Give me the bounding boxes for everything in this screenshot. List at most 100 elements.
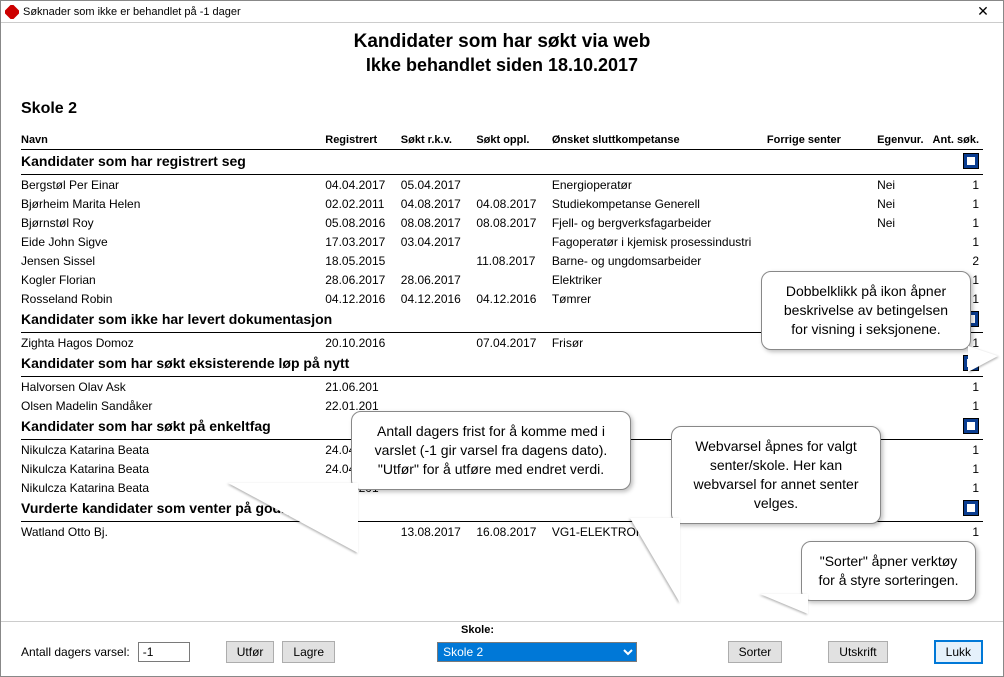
cell-navn: Rosseland Robin — [21, 289, 325, 308]
cell-ant: 1 — [930, 377, 983, 397]
cell-rkv: 05.04.2017 — [401, 175, 477, 195]
callout-tail-icon — [228, 483, 358, 553]
table-row[interactable]: Jensen Sissel18.05.201511.08.2017Barne- … — [21, 251, 983, 270]
cell-oppl: 08.08.2017 — [476, 213, 552, 232]
cell-rkv: 04.12.2016 — [401, 289, 477, 308]
section-header: Kandidater som har registrert seg — [21, 150, 983, 175]
cell-ant: 1 — [930, 522, 983, 542]
callout-tail-icon — [630, 518, 680, 603]
col-navn: Navn — [21, 132, 325, 150]
callout-sorter: "Sorter" åpner verktøy for å styre sorte… — [801, 541, 976, 601]
cell-ant: 1 — [930, 459, 983, 478]
cell-eg — [877, 396, 930, 415]
cell-eg — [877, 522, 930, 542]
table-row[interactable]: Halvorsen Olav Ask21.06.2011 — [21, 377, 983, 397]
cell-eg — [877, 377, 930, 397]
section-info-icon[interactable] — [963, 153, 979, 169]
cell-reg: 21.06.201 — [325, 377, 401, 397]
cell-ant: 1 — [930, 175, 983, 195]
section-header: Kandidater som har søkt eksisterende løp… — [21, 352, 983, 377]
callout-text: Webvarsel åpnes for valgt senter/skole. … — [694, 438, 859, 511]
window-title: Søknader som ikke er behandlet på -1 dag… — [23, 6, 963, 18]
page-subtitle: Ikke behandlet siden 18.10.2017 — [21, 55, 983, 76]
cell-oppl: 04.12.2016 — [476, 289, 552, 308]
cell-fs — [767, 251, 877, 270]
table-row[interactable]: Bergstøl Per Einar04.04.201705.04.2017En… — [21, 175, 983, 195]
section-info-icon[interactable] — [963, 418, 979, 434]
cell-komp: Fjell- og bergverksfagarbeider — [552, 213, 767, 232]
cell-navn: Bjørnstøl Roy — [21, 213, 325, 232]
cell-eg — [877, 251, 930, 270]
cell-oppl — [476, 270, 552, 289]
utskrift-button[interactable]: Utskrift — [828, 641, 887, 663]
col-sluttkompetanse: Ønsket sluttkompetanse — [552, 132, 767, 150]
cell-fs — [767, 377, 877, 397]
app-icon — [5, 5, 19, 19]
cell-rkv: 03.04.2017 — [401, 232, 477, 251]
cell-navn: Olsen Madelin Sandåker — [21, 396, 325, 415]
cell-oppl: 07.04.2017 — [476, 333, 552, 353]
cell-komp: Elektriker — [552, 270, 767, 289]
cell-rkv: 13.08.2017 — [401, 522, 477, 542]
cell-rkv — [401, 333, 477, 353]
table-header-row: Navn Registrert Søkt r.k.v. Søkt oppl. Ø… — [21, 132, 983, 150]
utfor-button[interactable]: Utfør — [226, 641, 275, 663]
antall-label: Antall dagers varsel: — [21, 645, 130, 659]
cell-eg — [877, 440, 930, 460]
page-title: Kandidater som har søkt via web — [21, 31, 983, 53]
cell-fs — [767, 232, 877, 251]
cell-ant: 1 — [930, 440, 983, 460]
cell-fs — [767, 396, 877, 415]
section-title: Kandidater som har søkt eksisterende løp… — [21, 352, 930, 377]
col-ant-sok: Ant. søk. — [930, 132, 983, 150]
callout-text: Antall dagers frist for å komme med i va… — [375, 423, 608, 477]
skole-label: Skole: — [461, 624, 494, 636]
school-heading: Skole 2 — [21, 100, 983, 118]
cell-navn: Kogler Florian — [21, 270, 325, 289]
cell-reg: 02.02.2011 — [325, 194, 401, 213]
table-row[interactable]: Bjørnstøl Roy05.08.201608.08.201708.08.2… — [21, 213, 983, 232]
cell-reg: 04.12.2016 — [325, 289, 401, 308]
cell-rkv — [401, 377, 477, 397]
cell-ant: 1 — [930, 213, 983, 232]
section-info-icon[interactable] — [963, 500, 979, 516]
cell-reg: 20.10.2016 — [325, 333, 401, 353]
cell-ant: 1 — [930, 478, 983, 497]
sorter-button[interactable]: Sorter — [728, 641, 783, 663]
cell-komp: Tømrer — [552, 289, 767, 308]
bottom-bar: Skole: Antall dagers varsel: Utfør Lagre… — [1, 621, 1003, 676]
callout-section-icon: Dobbelklikk på ikon åpner beskrivelse av… — [761, 271, 971, 350]
window-close-button[interactable]: ✕ — [963, 1, 1003, 23]
section-title: Kandidater som har registrert seg — [21, 150, 930, 175]
cell-ant: 2 — [930, 251, 983, 270]
titlebar: Søknader som ikke er behandlet på -1 dag… — [1, 1, 1003, 23]
col-sokt-oppl: Søkt oppl. — [476, 132, 552, 150]
table-row[interactable]: Watland Otto Bj.13.08.201716.08.2017VG1-… — [21, 522, 983, 542]
cell-oppl — [476, 175, 552, 195]
section-info-icon-cell — [930, 150, 983, 175]
cell-ant: 1 — [930, 232, 983, 251]
callout-tail-icon — [760, 594, 808, 614]
cell-komp: Frisør — [552, 333, 767, 353]
table-row[interactable]: Eide John Sigve17.03.201703.04.2017Fagop… — [21, 232, 983, 251]
antall-dagers-varsel-input[interactable] — [138, 642, 190, 662]
callout-antall-dagers: Antall dagers frist for å komme med i va… — [351, 411, 631, 490]
cell-eg — [877, 478, 930, 497]
cell-fs — [767, 522, 877, 542]
cell-reg: 28.06.2017 — [325, 270, 401, 289]
cell-navn: Jensen Sissel — [21, 251, 325, 270]
callout-tail-icon — [968, 346, 998, 372]
cell-komp: Barne- og ungdomsarbeider — [552, 251, 767, 270]
cell-komp — [552, 377, 767, 397]
cell-eg: Nei — [877, 194, 930, 213]
cell-eg — [877, 459, 930, 478]
cell-navn: Zighta Hagos Domoz — [21, 333, 325, 353]
cell-reg: 05.08.2016 — [325, 213, 401, 232]
lukk-button[interactable]: Lukk — [934, 640, 983, 664]
lagre-button[interactable]: Lagre — [282, 641, 335, 663]
callout-skole-select: Webvarsel åpnes for valgt senter/skole. … — [671, 426, 881, 524]
skole-select[interactable]: Skole 2 — [437, 642, 637, 662]
table-row[interactable]: Bjørheim Marita Helen02.02.201104.08.201… — [21, 194, 983, 213]
cell-eg: Nei — [877, 213, 930, 232]
cell-navn: Bergstøl Per Einar — [21, 175, 325, 195]
